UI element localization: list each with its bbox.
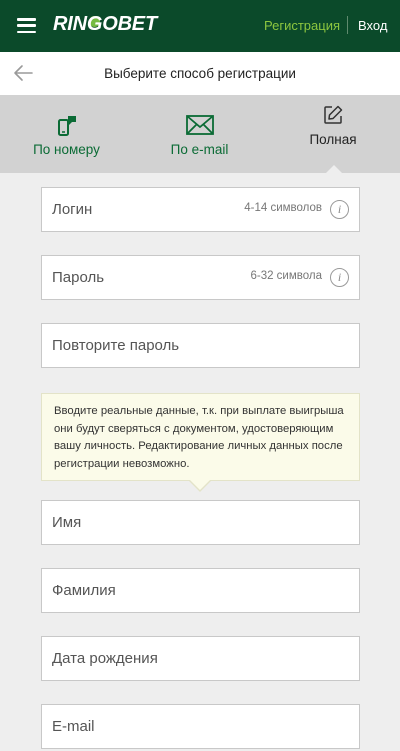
subheader: Выберите способ регистрации <box>0 52 400 95</box>
password-repeat-input[interactable] <box>42 324 359 367</box>
first-name-input[interactable] <box>42 501 359 544</box>
first-name-field[interactable] <box>41 500 360 545</box>
login-link[interactable]: Вход <box>358 18 387 33</box>
tab-by-email-label: По e-mail <box>170 142 229 157</box>
password-hint: 6-32 символа <box>250 270 322 282</box>
phone-icon <box>57 116 76 136</box>
tab-full[interactable]: Полная <box>266 95 400 173</box>
tab-full-label: Полная <box>309 132 357 147</box>
page-title: Выберите способ регистрации <box>104 66 296 81</box>
top-header: RINGOBET Регистрация Вход <box>0 0 400 52</box>
birth-date-input[interactable] <box>42 637 359 680</box>
menu-icon[interactable] <box>17 18 36 34</box>
personal-data-notice: Вводите реальные данные, т.к. при выплат… <box>41 393 360 481</box>
birth-date-field[interactable] <box>41 636 360 681</box>
password-field[interactable]: 6-32 символа i <box>41 255 360 300</box>
tab-by-phone-label: По номеру <box>33 142 100 157</box>
ringobet-logo[interactable]: RINGOBET <box>53 13 157 36</box>
login-field[interactable]: 4-14 символов i <box>41 187 360 232</box>
login-hint: 4-14 символов <box>244 202 322 214</box>
header-divider <box>347 16 348 34</box>
email-field[interactable] <box>41 704 360 749</box>
password-info-icon[interactable]: i <box>330 268 349 287</box>
last-name-input[interactable] <box>42 569 359 612</box>
edit-icon <box>324 105 343 124</box>
tab-by-email[interactable]: По e-mail <box>133 95 266 173</box>
last-name-field[interactable] <box>41 568 360 613</box>
email-input[interactable] <box>42 705 359 748</box>
password-repeat-field[interactable] <box>41 323 360 368</box>
envelope-icon <box>185 115 214 135</box>
registration-method-tabs: По номеру По e-mail Полная <box>0 95 400 173</box>
login-info-icon[interactable]: i <box>330 200 349 219</box>
register-link[interactable]: Регистрация <box>264 18 340 33</box>
notice-tail <box>190 480 210 490</box>
active-tab-indicator <box>325 165 343 174</box>
logo-o: GO <box>86 13 118 35</box>
tab-by-phone[interactable]: По номеру <box>0 95 133 173</box>
